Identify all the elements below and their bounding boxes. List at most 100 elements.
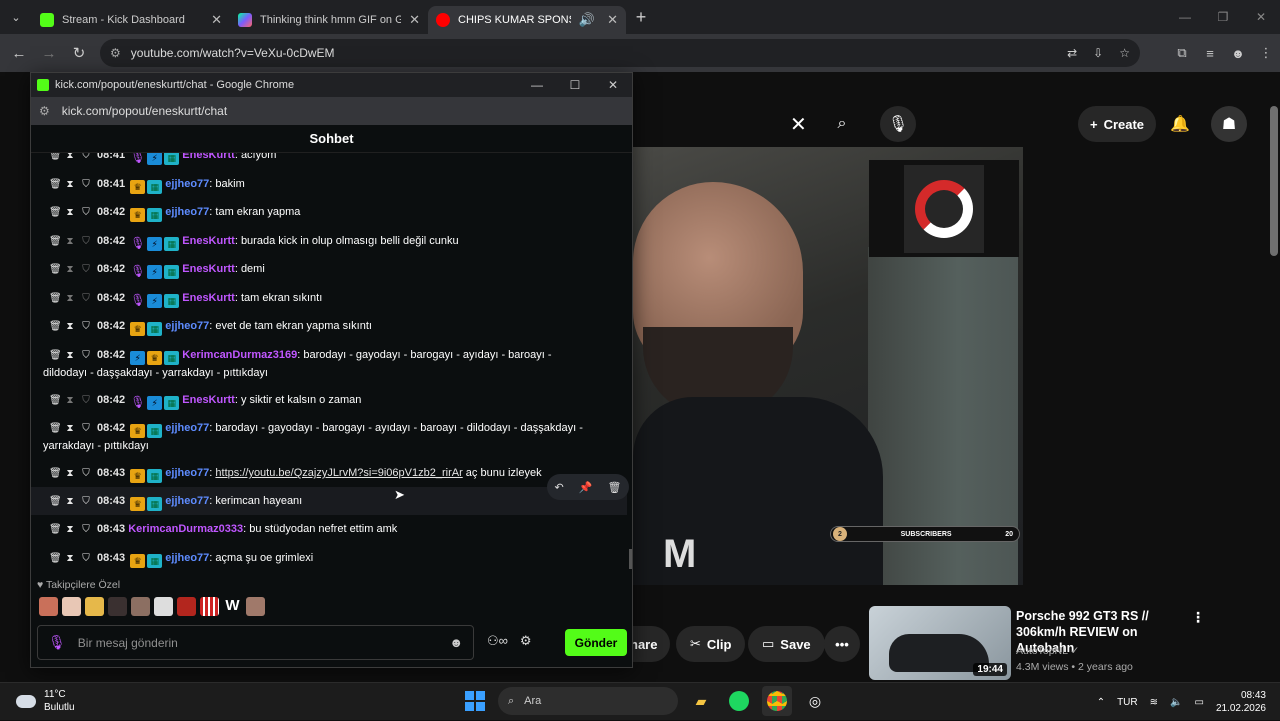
username[interactable]: ejjheo77 <box>165 467 209 479</box>
more-vertical-icon[interactable]: ⋮ <box>1191 609 1205 626</box>
shield-icon[interactable]: ⛉ <box>81 522 91 538</box>
delete-icon[interactable]: 🗑 <box>49 153 62 164</box>
chat-scrollbar[interactable] <box>629 549 632 569</box>
chat-message[interactable]: 🗑 ⧗ ⛉ 08:42 ♛ ▦ ejjheo77: evet de tam ekran … <box>31 318 627 336</box>
username[interactable]: ejjheo77 <box>165 178 209 190</box>
clip-button[interactable]: ✂ Clip <box>676 626 746 662</box>
timeout-icon[interactable]: ⧗ <box>65 551 75 567</box>
chat-message-hovered[interactable]: 🗑 ⧗ ⛉ 08:43 ♛ ▦ ejjheo77: kerimcan hayeanı <box>31 487 627 515</box>
channel-name[interactable]: AutoTopNL <box>1016 645 1068 657</box>
timeout-icon[interactable]: ⧗ <box>65 494 75 510</box>
chrome-icon[interactable] <box>762 686 792 716</box>
delete-icon[interactable]: 🗑 <box>49 348 62 364</box>
video-player[interactable]: M 2 SUBSCRIBERS 20 <box>633 147 1023 585</box>
username[interactable]: KerimcanDurmaz3169 <box>182 349 297 361</box>
username[interactable]: ejjheo77 <box>165 552 209 564</box>
taskbar-search[interactable]: ⌕ Ara <box>498 687 678 715</box>
emote-w-icon[interactable]: W <box>223 597 242 616</box>
delete-icon[interactable]: 🗑 <box>49 522 62 538</box>
create-button[interactable]: + Create <box>1078 106 1156 142</box>
chat-message[interactable]: 🗑 ⧗ ⛉ 08:43 KerimcanDurmaz0333: bu stüdyoda… <box>31 521 627 538</box>
delete-icon[interactable]: 🗑 <box>49 262 62 278</box>
chat-message[interactable]: 🗑 ⧗ ⛉ 08:42 🎙 ⚡ ▦ EnesKurtt: tam ekran sıkınt… <box>31 290 627 308</box>
close-tab-icon[interactable]: ✕ <box>409 12 420 28</box>
clock[interactable]: 08:43 21.02.2026 <box>1216 689 1266 715</box>
address-bar[interactable]: ⚙ youtube.com/watch?v=VeXu-0cDwEM ⇄ ⇩ ☆ <box>100 39 1140 67</box>
emote-man-icon[interactable] <box>131 597 150 616</box>
reload-icon[interactable]: ↻ <box>64 34 94 72</box>
tab-kick-dashboard[interactable]: Stream - Kick Dashboard ✕ <box>32 6 230 34</box>
maximize-icon[interactable]: ❐ <box>1204 0 1242 34</box>
username[interactable]: EnesKurtt <box>182 153 235 161</box>
language-indicator[interactable]: TUR <box>1117 697 1138 708</box>
new-tab-button[interactable]: + <box>626 7 656 28</box>
obs-icon[interactable]: ◎ <box>800 686 830 716</box>
timeout-icon[interactable]: ⧗ <box>65 319 75 335</box>
send-button[interactable]: Gönder <box>565 629 627 656</box>
chat-message[interactable]: 🗑 ⧗ ⛉ 08:41 ♛ ▦ ejjheo77: bakim <box>31 176 627 194</box>
emote-bald-icon[interactable] <box>246 597 265 616</box>
notifications-bell-icon[interactable]: 🔔 <box>1162 106 1198 142</box>
emote-red-icon[interactable] <box>177 597 196 616</box>
emote-cat-icon[interactable] <box>154 597 173 616</box>
timeout-icon[interactable]: ⧗ <box>65 466 75 482</box>
username[interactable]: KerimcanDurmaz0333 <box>128 523 243 535</box>
timeout-icon[interactable]: ⧗ <box>65 348 75 364</box>
tray-chevron-icon[interactable]: ⌃ <box>1097 697 1105 708</box>
file-explorer-icon[interactable]: ▰ <box>686 686 716 716</box>
chat-message-input[interactable]: 🎙 Bir mesaj gönderin ☻ <box>37 625 474 660</box>
emote-face-icon[interactable] <box>39 597 58 616</box>
emote-bars-icon[interactable] <box>200 597 219 616</box>
timeout-icon[interactable]: ⧗ <box>65 205 75 221</box>
tab-gif[interactable]: Thinking think hmm GIF on GIF ✕ <box>230 6 428 34</box>
close-window-icon[interactable]: ✕ <box>594 78 632 92</box>
shield-icon[interactable]: ⛉ <box>81 494 91 510</box>
back-icon[interactable]: ← <box>4 34 34 72</box>
timeout-icon[interactable]: ⧗ <box>65 393 75 409</box>
shield-icon[interactable]: ⛉ <box>81 262 91 278</box>
emoji-picker-icon[interactable]: ☻ <box>449 635 463 650</box>
chat-message[interactable]: 🗑 ⧗ ⛉ 08:41 🎙 ⚡ ▦ EnesKurtt: acıyom <box>31 153 627 165</box>
voice-search-icon[interactable]: 🎙 <box>880 106 916 142</box>
weather-widget[interactable]: 11°C Bulutlu <box>16 688 75 714</box>
search-icon[interactable]: ⌕ <box>824 106 860 142</box>
save-button[interactable]: ▭ Save <box>748 626 825 662</box>
shield-icon[interactable]: ⛉ <box>81 291 91 307</box>
reply-icon[interactable]: ↶ <box>555 481 564 494</box>
volume-icon[interactable]: 🔈 <box>1170 697 1182 708</box>
delete-icon[interactable]: 🗑 <box>49 234 62 250</box>
delete-icon[interactable]: 🗑 <box>49 393 62 409</box>
shield-icon[interactable]: ⛉ <box>81 466 91 482</box>
minimize-icon[interactable]: — <box>518 78 556 92</box>
media-control-icon[interactable]: ≡ <box>1196 34 1224 72</box>
delete-icon[interactable]: 🗑 <box>49 291 62 307</box>
shield-icon[interactable]: ⛉ <box>81 393 91 409</box>
site-info-icon[interactable]: ⚙ <box>39 104 50 118</box>
chat-message-list[interactable]: 🗑 ⧗ ⛉ 08:41 🎙 ⚡ ▦ EnesKurtt: acıyom 🗑 ⧗ ⛉ 08:41 … <box>31 153 631 573</box>
site-info-icon[interactable]: ⚙ <box>110 46 121 60</box>
timeout-icon[interactable]: ⧗ <box>65 291 75 307</box>
page-scrollbar[interactable] <box>1270 106 1278 256</box>
delete-icon[interactable]: 🗑 <box>49 466 62 482</box>
emote-girl-icon[interactable] <box>62 597 81 616</box>
chat-message[interactable]: 🗑 ⧗ ⛉ 08:43 ♛ ▦ ejjheo77: açma şu oe grimlex… <box>31 550 627 568</box>
username[interactable]: EnesKurtt <box>182 235 235 247</box>
chat-message[interactable]: 🗑 ⧗ ⛉ 08:43 ♛ ▦ ejjheo77: https://youtu.be/Q… <box>31 465 627 483</box>
username[interactable]: EnesKurtt <box>182 263 235 275</box>
translate-icon[interactable]: ⇄ <box>1067 46 1077 60</box>
username[interactable]: ejjheo77 <box>165 206 209 218</box>
speaker-icon[interactable]: 🔊 <box>579 12 595 28</box>
account-avatar[interactable]: ☗ <box>1211 106 1247 142</box>
shield-icon[interactable]: ⛉ <box>81 234 91 250</box>
chat-message[interactable]: 🗑 ⧗ ⛉ 08:42 🎙 ⚡ ▦ EnesKurtt: demi <box>31 261 627 279</box>
timeout-icon[interactable]: ⧗ <box>65 153 75 164</box>
close-window-icon[interactable]: ✕ <box>1242 0 1280 34</box>
wifi-icon[interactable]: ≋ <box>1150 697 1158 708</box>
username[interactable]: EnesKurtt <box>182 394 235 406</box>
shield-icon[interactable]: ⛉ <box>81 551 91 567</box>
delete-icon[interactable]: 🗑 <box>49 205 62 221</box>
shield-icon[interactable]: ⛉ <box>81 319 91 335</box>
settings-gear-icon[interactable]: ⚙ <box>520 633 532 649</box>
chat-message[interactable]: 🗑 ⧗ ⛉ 08:42 ♛ ▦ ejjheo77: barodayı - gayoday… <box>31 420 627 454</box>
emote-cartoon-icon[interactable] <box>85 597 104 616</box>
